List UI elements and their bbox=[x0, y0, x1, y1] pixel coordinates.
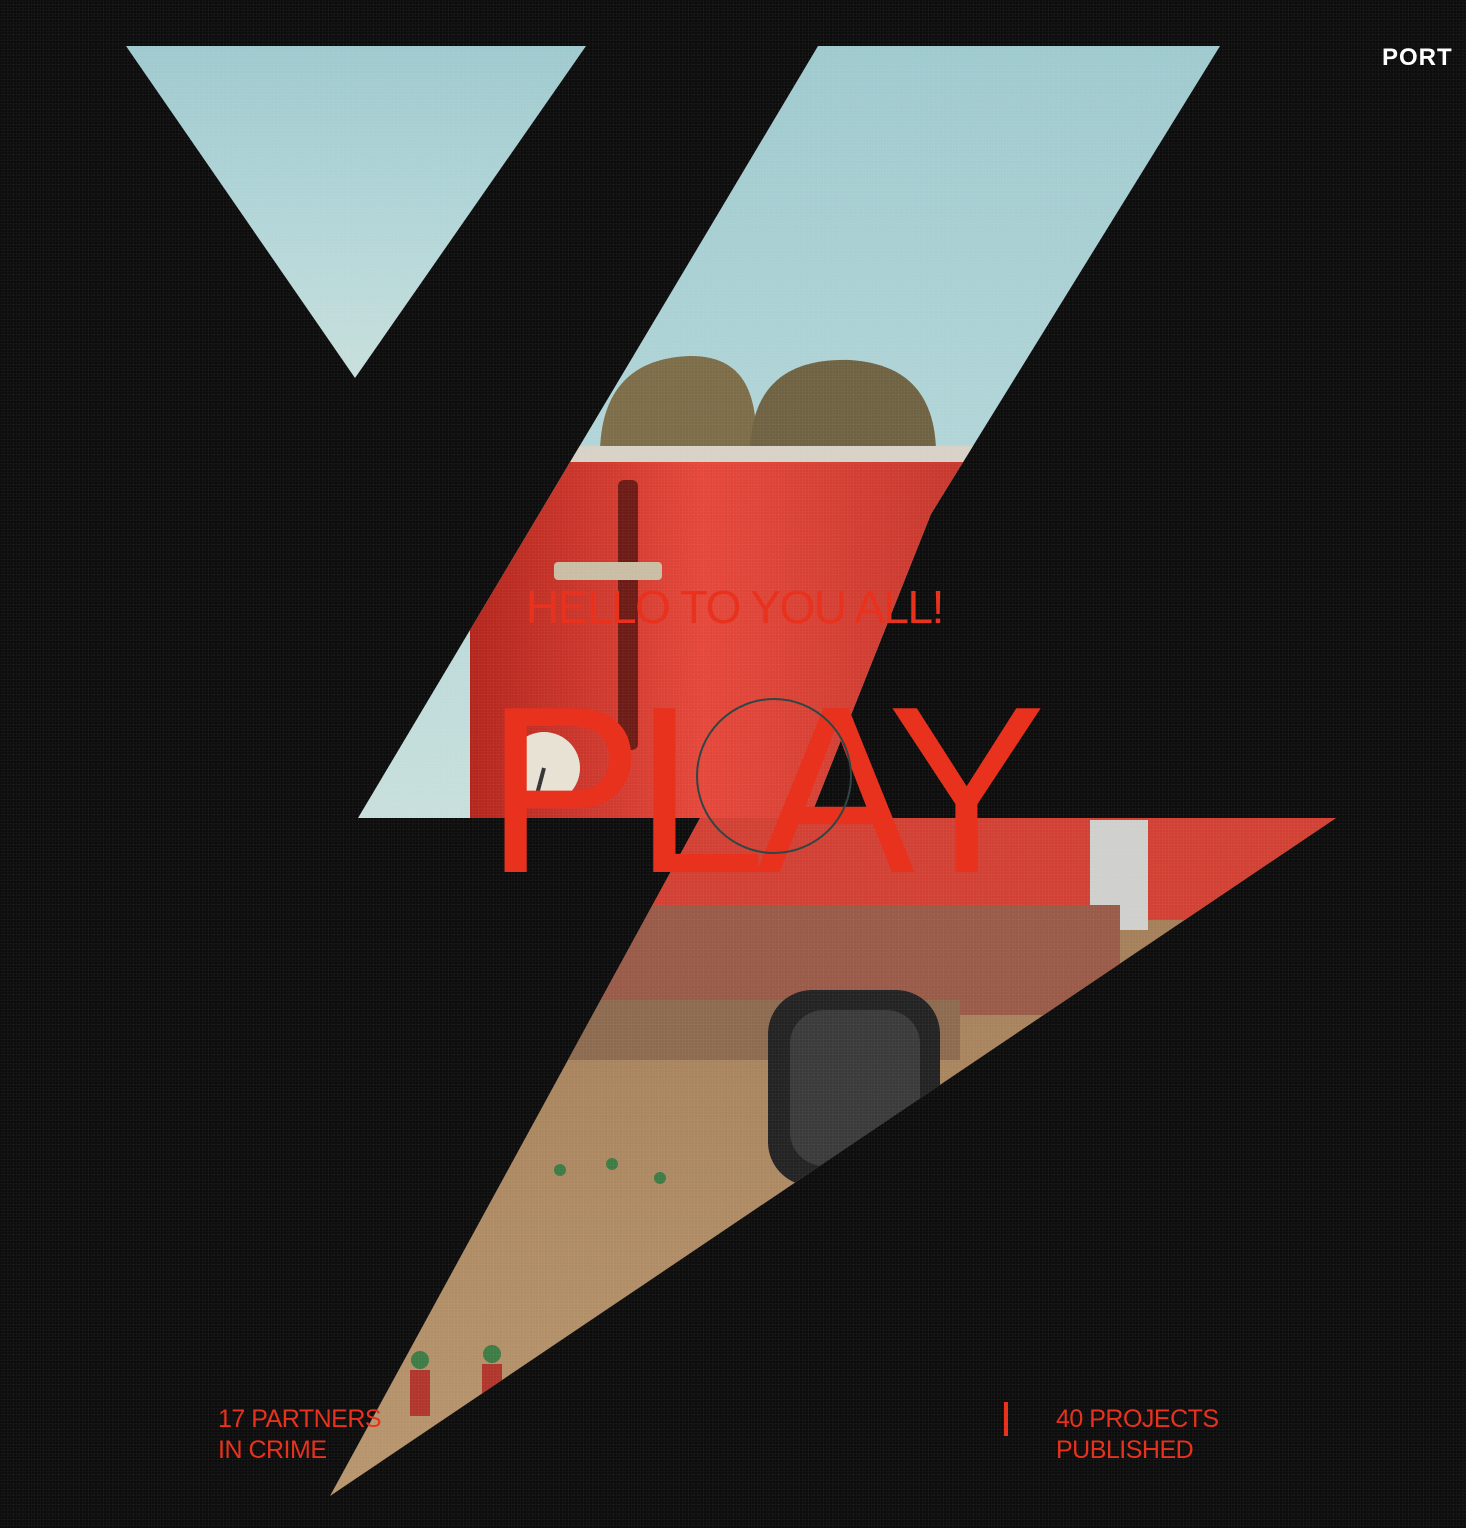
stat-divider bbox=[1004, 1402, 1008, 1436]
nav-portfolio-link[interactable]: PORT bbox=[1382, 44, 1453, 72]
stat-projects-line2: PUBLISHED bbox=[1056, 1436, 1194, 1464]
stat-projects-line1: 40 PROJECTS bbox=[1056, 1405, 1219, 1433]
stat-partners-line2: IN CRIME bbox=[218, 1436, 327, 1464]
hero-greeting: HELLO TO YOU ALL! bbox=[526, 581, 944, 633]
stat-projects: 40 PROJECTS PUBLISHED bbox=[1056, 1404, 1219, 1466]
stat-partners: 17 PARTNERS IN CRIME bbox=[218, 1404, 382, 1466]
left-triangle-shape bbox=[126, 46, 586, 378]
stat-partners-line1: 17 PARTNERS bbox=[218, 1405, 382, 1433]
play-ring-icon[interactable] bbox=[696, 698, 852, 854]
